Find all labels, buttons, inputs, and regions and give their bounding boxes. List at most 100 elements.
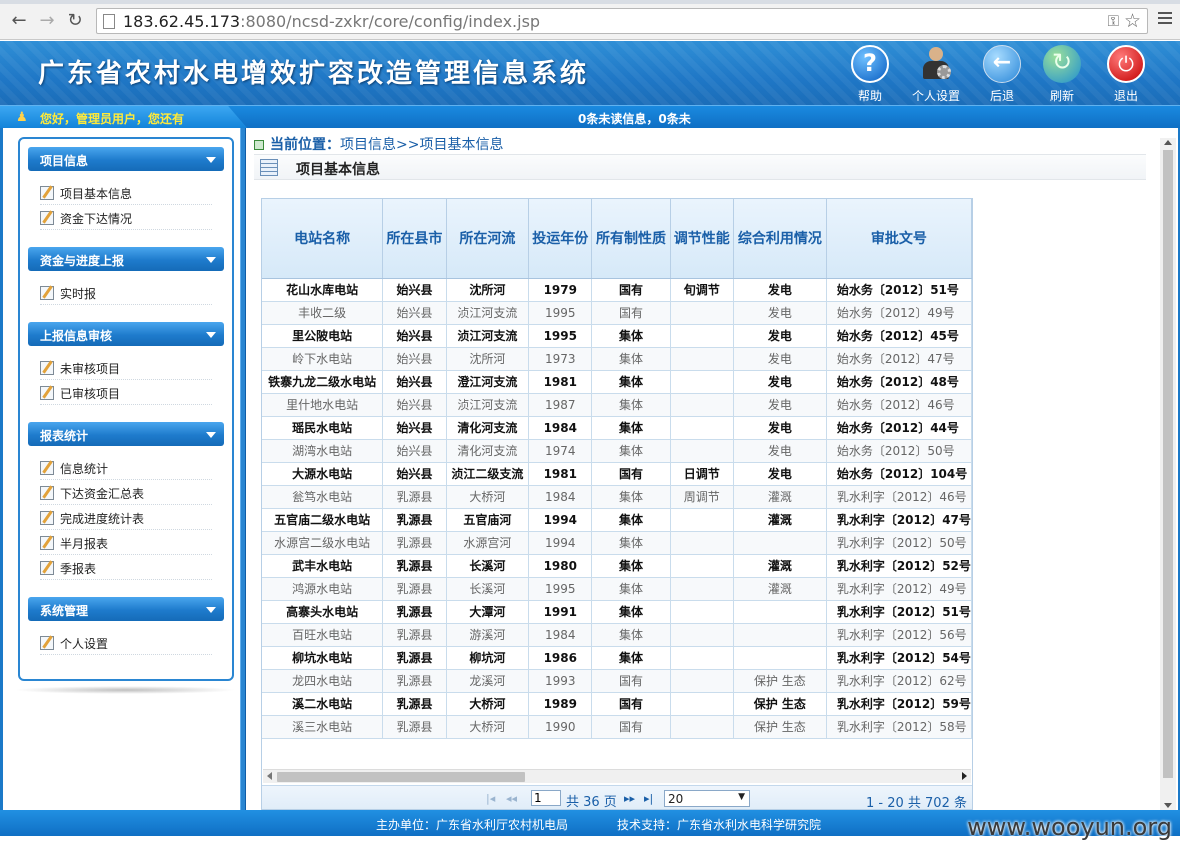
table-row[interactable]: 瑶民水电站 始兴县 清化河支流 1984 集体 发电 始水务〔2012〕44号 — [262, 416, 972, 440]
column-header[interactable]: 所在县市 — [382, 199, 447, 279]
sidebar-item-info-stats[interactable]: 信息统计 — [40, 456, 212, 480]
sidebar-item-project-basic-info[interactable]: 项目基本信息 — [40, 181, 212, 205]
sidebar-group-review[interactable]: 上报信息审核 — [28, 322, 224, 346]
sidebar-group-project-info[interactable]: 项目信息 — [28, 147, 224, 171]
sidebar-item-personal-settings[interactable]: 个人设置 — [40, 631, 212, 655]
table-cell: 里什地水电站 — [262, 393, 384, 417]
table-row[interactable]: 瓮笃水电站 乳源县 大桥河 1984 集体 周调节 灌溉 乳水利字〔2012〕46号 — [262, 485, 972, 509]
table-cell — [670, 393, 734, 417]
column-header[interactable]: 投运年份 — [528, 199, 593, 279]
frame-splitter[interactable] — [240, 128, 246, 810]
scroll-thumb[interactable] — [1163, 150, 1173, 778]
scroll-up-icon[interactable] — [1164, 140, 1172, 145]
table-cell: 国有 — [591, 462, 671, 486]
column-header[interactable]: 所有制性质 — [591, 199, 671, 279]
table-row[interactable]: 丰收二级 始兴县 浈江河支流 1995 国有 发电 始水务〔2012〕49号 — [262, 301, 972, 325]
help-button[interactable]: 帮助 — [842, 45, 898, 103]
table-row[interactable]: 大源水电站 始兴县 浈江二级支流 1981 国有 日调节 发电 始水务〔2012〕104号 — [262, 462, 972, 486]
column-header[interactable]: 所在河流 — [446, 199, 530, 279]
key-icon[interactable]: ⚿ — [1108, 12, 1119, 30]
logout-button[interactable]: 退出 — [1098, 45, 1154, 103]
table-cell — [733, 531, 827, 555]
column-header[interactable]: 审批文号 — [826, 199, 972, 279]
scroll-left-icon[interactable] — [267, 772, 272, 780]
table-row[interactable]: 溪二水电站 乳源县 大桥河 1989 国有 保护 生态 乳水利字〔2012〕59号 — [262, 692, 972, 716]
table-cell: 沈所河 — [446, 347, 530, 371]
table-cell: 1994 — [528, 508, 593, 532]
page-number-input[interactable] — [531, 790, 561, 806]
table-row[interactable]: 湖湾水电站 始兴县 清化河支流 1974 集体 发电 始水务〔2012〕50号 — [262, 439, 972, 463]
column-header[interactable]: 调节性能 — [670, 199, 734, 279]
table-cell: 乳源县 — [382, 623, 447, 647]
page-size-select[interactable]: 20 ▼ — [664, 790, 750, 807]
sidebar-item-reviewed[interactable]: 已审核项目 — [40, 381, 212, 405]
sidebar-item-fund-summary[interactable]: 下达资金汇总表 — [40, 481, 212, 505]
table-row[interactable]: 铁寨九龙二级水电站 始兴县 澄江河支流 1981 集体 发电 始水务〔2012〕48号 — [262, 370, 972, 394]
table-cell: 溪二水电站 — [262, 692, 384, 716]
sidebar: 项目信息 项目基本信息 资金下达情况 资金与进度上报 实时报 上报信息审核 未审… — [18, 137, 234, 681]
table-cell — [670, 554, 734, 578]
table-cell: 游溪河 — [446, 623, 530, 647]
first-page-icon[interactable]: |◂ — [486, 792, 495, 805]
table-row[interactable]: 百旺水电站 乳源县 游溪河 1984 集体 乳水利字〔2012〕56号 — [262, 623, 972, 647]
bookmark-star-icon[interactable]: ☆ — [1124, 10, 1141, 32]
table-cell: 始兴县 — [382, 416, 447, 440]
unread-messages[interactable]: 0条未读信息，0条未 — [578, 110, 691, 127]
table-cell — [670, 715, 734, 739]
edit-icon — [40, 561, 54, 575]
sidebar-group-system[interactable]: 系统管理 — [28, 597, 224, 621]
frame-left-border — [0, 128, 3, 810]
table-cell: 铁寨九龙二级水电站 — [262, 370, 384, 394]
table-row[interactable]: 武丰水电站 乳源县 长溪河 1980 集体 灌溉 乳水利字〔2012〕52号 — [262, 554, 972, 578]
table-row[interactable]: 龙四水电站 乳源县 龙溪河 1993 国有 保护 生态 乳水利字〔2012〕62号 — [262, 669, 972, 693]
scroll-thumb[interactable] — [277, 772, 525, 782]
chevron-down-icon: ▼ — [738, 792, 745, 802]
table-row[interactable]: 柳坑水电站 乳源县 柳坑河 1986 集体 乳水利字〔2012〕54号 — [262, 646, 972, 670]
edit-icon — [40, 536, 54, 550]
table-row[interactable]: 里公陂电站 始兴县 浈江河支流 1995 集体 发电 始水务〔2012〕45号 — [262, 324, 972, 348]
chevron-down-icon — [206, 607, 216, 613]
sidebar-item-unreviewed[interactable]: 未审核项目 — [40, 356, 212, 380]
sidebar-group-fund-progress[interactable]: 资金与进度上报 — [28, 247, 224, 271]
forward-arrow-icon[interactable]: → — [36, 10, 58, 32]
table-row[interactable]: 五官庙二级水电站 乳源县 五官庙河 1994 集体 灌溉 乳水利字〔2012〕47号 — [262, 508, 972, 532]
sidebar-item-fund-allocation[interactable]: 资金下达情况 — [40, 206, 212, 230]
table-row[interactable]: 水源宫二级水电站 乳源县 水源宫河 1994 集体 乳水利字〔2012〕50号 — [262, 531, 972, 555]
back-arrow-icon[interactable]: ← — [8, 10, 30, 32]
table-row[interactable]: 鸿源水电站 乳源县 长溪河 1995 集体 灌溉 乳水利字〔2012〕49号 — [262, 577, 972, 601]
sidebar-item-progress-stats[interactable]: 完成进度统计表 — [40, 506, 212, 530]
back-button[interactable]: 后退 — [974, 45, 1030, 103]
table-cell: 发电 — [733, 301, 827, 325]
table-cell: 国有 — [591, 669, 671, 693]
table-cell: 1994 — [528, 531, 593, 555]
column-header[interactable]: 综合利用情况 — [733, 199, 827, 279]
next-page-icon[interactable]: ▸▸ — [624, 792, 635, 805]
sidebar-group-statistics[interactable]: 报表统计 — [28, 422, 224, 446]
sidebar-item-realtime-report[interactable]: 实时报 — [40, 281, 212, 305]
table-row[interactable]: 溪三水电站 乳源县 大桥河 1990 国有 保护 生态 乳水利字〔2012〕58号 — [262, 715, 972, 739]
edit-icon — [40, 186, 54, 200]
sidebar-item-half-month-report[interactable]: 半月报表 — [40, 531, 212, 555]
horizontal-scrollbar[interactable] — [263, 769, 971, 783]
personal-settings-button[interactable]: 个人设置 — [908, 45, 964, 103]
table-row[interactable]: 高寨头水电站 乳源县 大潭河 1991 集体 乳水利字〔2012〕51号 — [262, 600, 972, 624]
table-cell: 龙溪河 — [446, 669, 530, 693]
menu-icon[interactable] — [1158, 12, 1172, 26]
table-cell: 1984 — [528, 623, 593, 647]
table-cell: 乳水利字〔2012〕50号 — [826, 531, 972, 555]
refresh-button[interactable]: 刷新 — [1034, 45, 1090, 103]
sidebar-item-quarter-report[interactable]: 季报表 — [40, 556, 212, 580]
last-page-icon[interactable]: ▸| — [644, 792, 653, 805]
prev-page-icon[interactable]: ◂◂ — [506, 792, 517, 805]
address-bar[interactable]: 183.62.45.173:8080/ncsd-zxkr/core/config… — [96, 8, 1148, 34]
breadcrumb-path[interactable]: 项目信息>>项目基本信息 — [340, 137, 503, 153]
scroll-right-icon[interactable] — [962, 772, 967, 780]
reload-icon[interactable]: ↻ — [64, 10, 86, 32]
table-row[interactable]: 岭下水电站 始兴县 沈所河 1973 集体 发电 始水务〔2012〕47号 — [262, 347, 972, 371]
table-row[interactable]: 花山水库电站 始兴县 沈所河 1979 国有 旬调节 发电 始水务〔2012〕51号 — [262, 277, 972, 302]
scroll-down-icon[interactable] — [1164, 803, 1172, 808]
page-vertical-scrollbar[interactable] — [1160, 138, 1176, 810]
table-row[interactable]: 里什地水电站 始兴县 浈江河支流 1987 集体 发电 始水务〔2012〕46号 — [262, 393, 972, 417]
column-header[interactable]: 电站名称 — [262, 199, 384, 279]
table-cell: 1993 — [528, 669, 593, 693]
